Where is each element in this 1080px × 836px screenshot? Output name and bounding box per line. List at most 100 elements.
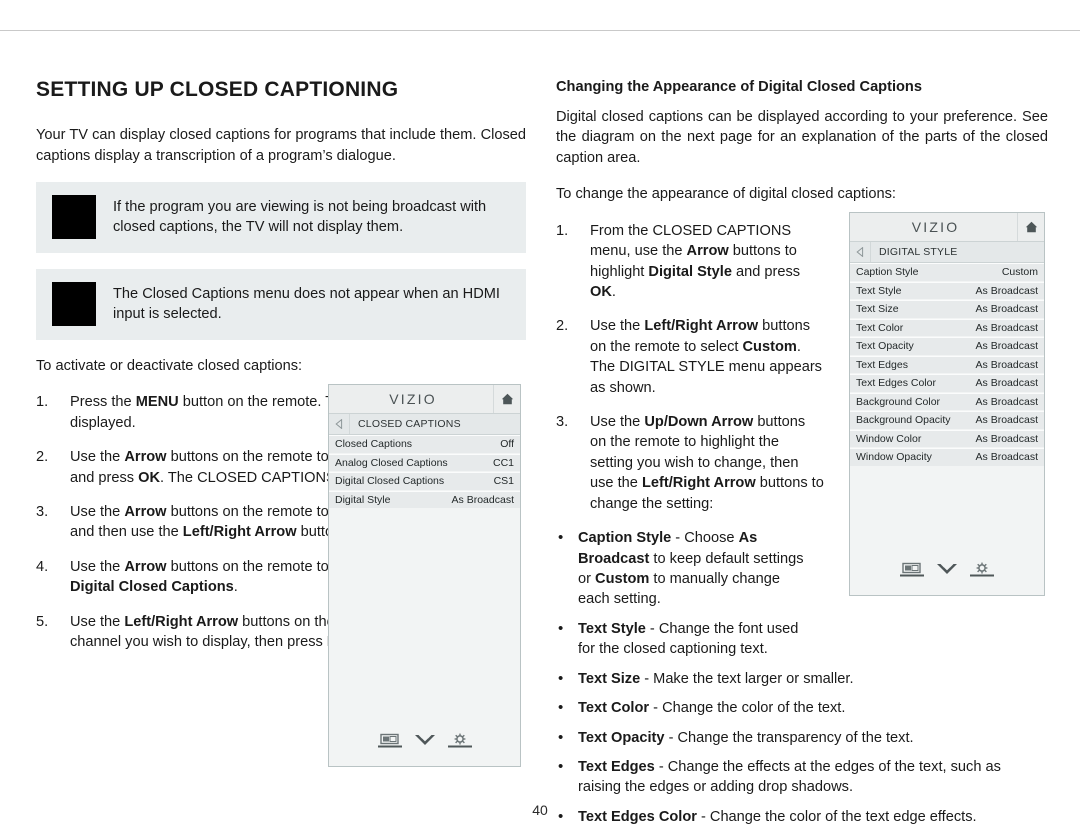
note-icon: [52, 281, 96, 326]
bullet-icon: •: [558, 728, 564, 746]
tv-menu-row-value: As Broadcast: [451, 493, 514, 506]
tv-menu-row-label: Closed Captions: [335, 438, 413, 451]
list-item-number: 2.: [36, 449, 49, 466]
tv-menu-row[interactable]: Digital Closed Captions CS1: [329, 472, 520, 491]
right-steps-list: 1. From the CLOSED CAPTIONS menu, use the…: [556, 221, 824, 514]
tv-menu-row[interactable]: Text Edges Color As Broadcast: [850, 374, 1044, 393]
tv-menu-header: VIZIO: [329, 385, 520, 414]
tv-menu-row-label: Window Opacity: [856, 451, 932, 464]
list-item: 2. Use the Left/Right Arrow buttons on th…: [556, 316, 824, 398]
tv-menu-row-value: As Broadcast: [975, 414, 1038, 427]
tv-menu-row-value: As Broadcast: [975, 377, 1038, 390]
picture-mode-icon[interactable]: [899, 562, 925, 583]
tv-menu-row[interactable]: Analog Closed Captions CC1: [329, 453, 520, 472]
page-number: 40: [532, 802, 548, 818]
list-item-number: 4.: [36, 558, 49, 575]
list-item: 1. From the CLOSED CAPTIONS menu, use the…: [556, 221, 824, 303]
note-text-2: The Closed Captions menu does not appear…: [113, 285, 500, 323]
page-title: SETTING UP CLOSED CAPTIONING: [36, 78, 399, 101]
note-icon: [52, 194, 96, 239]
tv-menu-row-label: Text Size: [856, 303, 899, 316]
tv-menu-row-label: Background Color: [856, 395, 941, 408]
tv-menu-header: VIZIO: [850, 213, 1044, 242]
tv-menu-row-label: Text Style: [856, 284, 902, 297]
list-item: • Text Size - Make the text larger or sma…: [556, 669, 1026, 689]
list-item-number: 2.: [556, 318, 569, 335]
list-item-number: 1.: [556, 222, 569, 239]
tv-menu-row[interactable]: Text Size As Broadcast: [850, 300, 1044, 319]
tv-menu-row[interactable]: Text Style As Broadcast: [850, 281, 1044, 300]
list-item-text: Text Color - Change the color of the tex…: [578, 700, 846, 717]
tv-menu-footer-icons: [329, 726, 520, 766]
right-intro-paragraph: Digital closed captions can be displayed…: [556, 108, 1048, 166]
tv-menu-row-value: CC1: [492, 456, 514, 469]
tv-menu-row[interactable]: Text Color As Broadcast: [850, 318, 1044, 337]
back-arrow-icon[interactable]: [329, 414, 350, 434]
home-icon[interactable]: [493, 385, 520, 413]
tv-menu-row-value: As Broadcast: [975, 284, 1038, 297]
left-lead-in: To activate or deactivate closed caption…: [36, 357, 303, 374]
list-item-text: Use the Left/Right Arrow buttons on the …: [590, 318, 822, 396]
tv-menu-row-label: Text Opacity: [856, 340, 914, 353]
double-chevron-down-icon[interactable]: [936, 562, 958, 583]
tv-menu-rows: Closed Captions Off Analog Closed Captions…: [329, 435, 520, 726]
tv-menu-footer-icons: [850, 555, 1044, 595]
list-item-text: From the CLOSED CAPTIONS menu, use the A…: [590, 222, 801, 300]
tv-menu-row[interactable]: Digital Style As Broadcast: [329, 490, 520, 509]
tv-menu-rows: Caption Style Custom Text Style As Broadcas…: [850, 263, 1044, 555]
tv-menu-row[interactable]: Closed Captions Off: [329, 435, 520, 454]
tv-menu-row-value: As Broadcast: [975, 321, 1038, 334]
list-item: 3. Use the Up/Down Arrow buttons on the r…: [556, 412, 824, 514]
tv-menu-row-value: Custom: [1001, 266, 1038, 279]
tv-breadcrumb: DIGITAL STYLE: [850, 242, 1044, 263]
bullet-icon: •: [558, 529, 564, 547]
tv-breadcrumb-label: DIGITAL STYLE: [879, 246, 958, 258]
list-item-number: 5.: [36, 613, 49, 630]
list-item-text: Text Size - Make the text larger or smal…: [578, 670, 854, 687]
note-box-2: The Closed Captions menu does not appear…: [36, 268, 526, 340]
tv-menu-row[interactable]: Window Opacity As Broadcast: [850, 448, 1044, 467]
tv-breadcrumb: CLOSED CAPTIONS: [329, 414, 520, 435]
right-bullets-narrow: • Caption Style - Choose As Broadcast to …: [556, 528, 808, 660]
back-arrow-icon[interactable]: [850, 242, 871, 262]
list-item: • Text Style - Change the font used for t…: [556, 619, 808, 660]
tv-menu-row-label: Analog Closed Captions: [335, 456, 448, 469]
picture-mode-icon[interactable]: [377, 733, 403, 754]
gear-icon[interactable]: [447, 733, 473, 754]
tv-menu-row-label: Window Color: [856, 432, 922, 445]
bullet-icon: •: [558, 757, 564, 775]
tv-menu-row-value: As Broadcast: [975, 303, 1038, 316]
list-item: • Text Color - Change the color of the te…: [556, 698, 1026, 718]
list-item-text: Caption Style - Choose As Broadcast to k…: [578, 530, 804, 608]
tv-menu-closed-captions[interactable]: VIZIO CLOSED CAPTIONS Closed Captions Off…: [328, 384, 521, 767]
list-item-text: Use the Up/Down Arrow buttons on the rem…: [590, 414, 824, 512]
bullet-icon: •: [558, 669, 564, 687]
tv-menu-digital-style[interactable]: VIZIO DIGITAL STYLE Caption Style Custom T…: [849, 212, 1045, 596]
manual-page: SETTING UP CLOSED CAPTIONING Your TV can…: [0, 0, 1080, 834]
tv-menu-row[interactable]: Text Edges As Broadcast: [850, 355, 1044, 374]
tv-menu-row[interactable]: Caption Style Custom: [850, 263, 1044, 282]
list-item: • Caption Style - Choose As Broadcast to …: [556, 528, 808, 610]
tv-menu-row-label: Digital Style: [335, 493, 391, 506]
vizio-logo: VIZIO: [389, 391, 437, 407]
tv-menu-row[interactable]: Background Color As Broadcast: [850, 392, 1044, 411]
gear-icon[interactable]: [969, 562, 995, 583]
tv-menu-row[interactable]: Background Opacity As Broadcast: [850, 411, 1044, 430]
right-heading: Changing the Appearance of Digital Close…: [556, 79, 922, 95]
tv-menu-row-label: Text Edges: [856, 358, 908, 371]
tv-menu-row-label: Digital Closed Captions: [335, 475, 445, 488]
page-top-rule: [0, 30, 1080, 31]
tv-menu-row-value: Off: [500, 438, 514, 451]
tv-menu-row-label: Text Color: [856, 321, 904, 334]
list-item-number: 1.: [36, 394, 49, 411]
tv-menu-row-value: As Broadcast: [975, 395, 1038, 408]
tv-menu-row[interactable]: Window Color As Broadcast: [850, 429, 1044, 448]
list-item-number: 3.: [36, 504, 49, 521]
tv-menu-row-value: CS1: [493, 475, 514, 488]
home-icon[interactable]: [1017, 213, 1044, 241]
double-chevron-down-icon[interactable]: [414, 733, 436, 754]
bullet-icon: •: [558, 699, 564, 717]
tv-menu-row-value: As Broadcast: [975, 451, 1038, 464]
tv-menu-row-label: Background Opacity: [856, 414, 951, 427]
tv-menu-row[interactable]: Text Opacity As Broadcast: [850, 337, 1044, 356]
